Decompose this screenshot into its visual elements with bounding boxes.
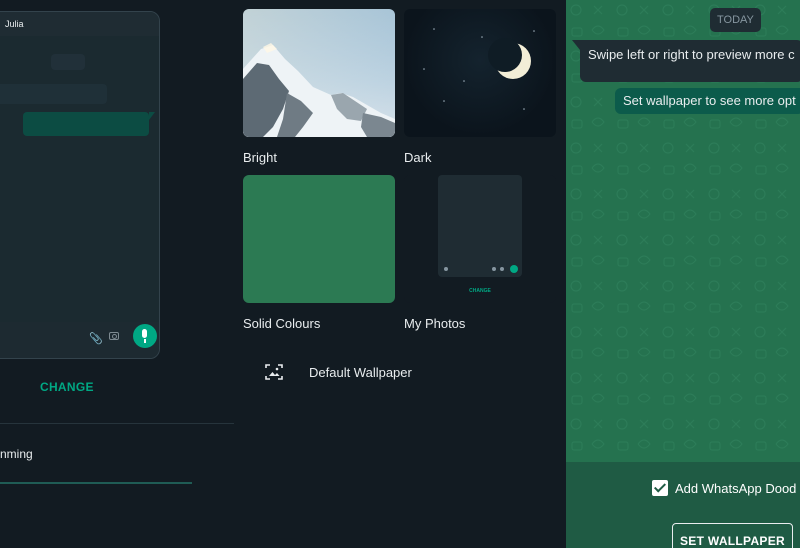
attach-icon: 📎 (89, 333, 103, 345)
solid-colours-label: Solid Colours (243, 316, 321, 331)
my-photos-tile[interactable]: CHANGE (404, 175, 556, 303)
bright-wallpaper-tile[interactable] (243, 9, 395, 137)
wallpaper-preview-phone: Julia 📎 (0, 11, 160, 359)
default-wallpaper-button[interactable]: Default Wallpaper (260, 358, 560, 386)
doodles-checkbox[interactable] (652, 480, 668, 496)
left-pane: Julia 📎 CHANGE nming (0, 0, 236, 548)
wallpaper-preview-pane: TODAY Swipe left or right to preview mor… (566, 0, 800, 548)
preview-date-chip (51, 54, 85, 70)
my-photos-label: My Photos (404, 316, 466, 331)
divider (0, 423, 234, 424)
wallpaper-settings-screen: Julia 📎 CHANGE nming Bright Dark Solid C… (0, 0, 800, 548)
date-chip: TODAY (710, 8, 761, 32)
mountain-image (243, 9, 395, 137)
add-doodles-label: Add WhatsApp Dood (675, 480, 797, 496)
mini-mic-icon (510, 265, 518, 273)
preview-input-bar: 📎 (0, 322, 159, 358)
incoming-message: Swipe left or right to preview more c (572, 40, 800, 82)
mini-emoji-icon (444, 267, 448, 271)
solid-colours-tile[interactable] (243, 175, 395, 303)
dark-wallpaper-tile[interactable] (404, 9, 556, 137)
my-photos-mini-preview (438, 175, 522, 277)
outgoing-message: Set wallpaper to see more opt (615, 88, 800, 114)
mic-icon (133, 324, 157, 348)
add-doodles-toggle[interactable]: Add WhatsApp Dood (652, 480, 796, 496)
preview-chat-area (0, 36, 159, 322)
preview-incoming-bubble (0, 84, 107, 104)
dark-label: Dark (404, 150, 432, 165)
mini-camera-icon (500, 267, 504, 271)
bright-label: Bright (243, 150, 277, 165)
set-wallpaper-button[interactable]: SET WALLPAPER (672, 523, 793, 548)
preview-outgoing-bubble (23, 112, 155, 136)
camera-icon (109, 332, 119, 340)
preview-contact-name: Julia (5, 19, 24, 29)
wallpaper-icon (265, 364, 283, 380)
change-wallpaper-button[interactable]: CHANGE (40, 380, 94, 394)
moon-night-image (423, 28, 535, 110)
mini-attach-icon (492, 267, 496, 271)
mini-change-label: CHANGE (469, 288, 491, 294)
preview-chat-header: Julia (0, 12, 159, 36)
dimming-label: nming (0, 447, 33, 461)
dimming-slider[interactable] (0, 482, 192, 484)
wallpaper-categories-pane: Bright Dark Solid Colours CHANGE My Phot… (236, 0, 566, 548)
preview-bottom-bar: Add WhatsApp Dood SET WALLPAPER (566, 462, 800, 548)
default-wallpaper-label: Default Wallpaper (309, 364, 412, 380)
